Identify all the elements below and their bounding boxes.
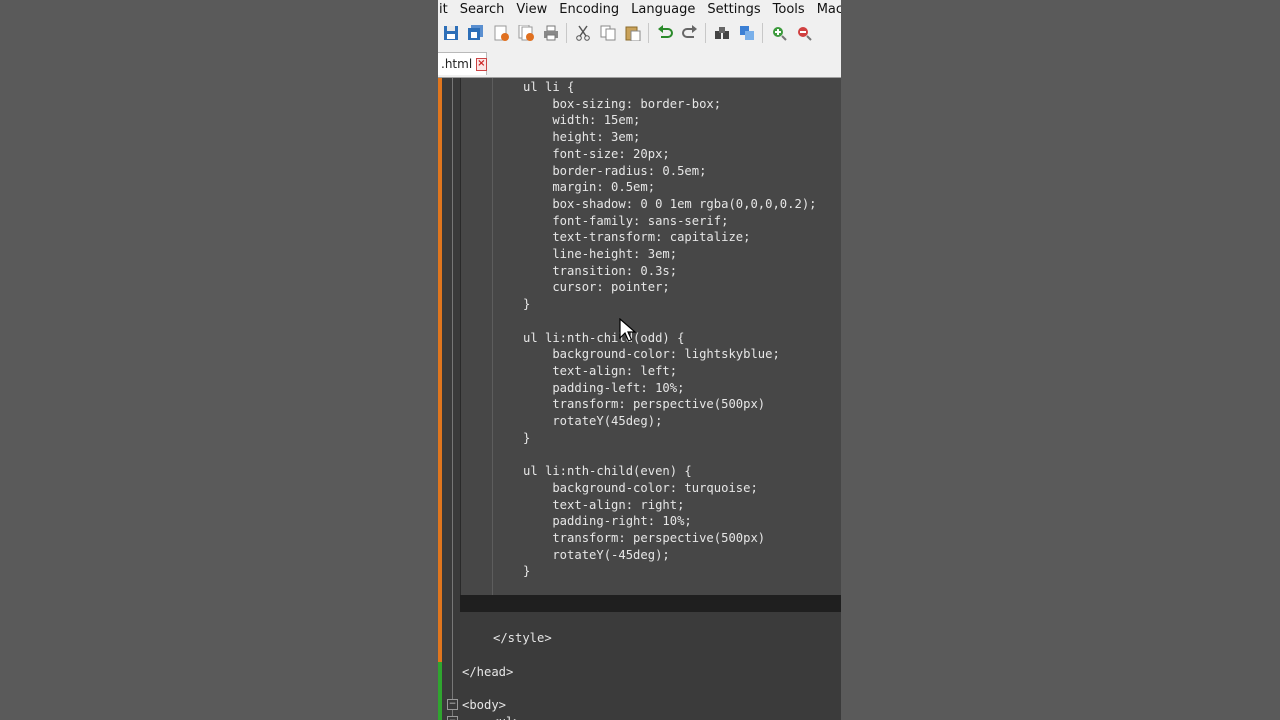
undo-icon[interactable]: [656, 24, 674, 42]
code-line: rotateY(-45deg);: [523, 547, 670, 562]
replace-icon[interactable]: [738, 24, 756, 42]
code-line: transition: 0.3s;: [523, 263, 678, 278]
code-line: line-height: 3em;: [523, 247, 678, 261]
code-line: <ul>: [462, 714, 520, 720]
toolbar-separator: [648, 23, 649, 43]
toolbar-separator: [762, 23, 763, 43]
code-line: font-family: sans-serif;: [523, 213, 729, 228]
code-line: ul li:nth-child(odd) {: [523, 330, 685, 345]
print-icon[interactable]: [542, 24, 560, 42]
menu-view[interactable]: View: [512, 2, 555, 17]
fold-toggle-icon[interactable]: −: [447, 716, 458, 720]
code-line: text-transform: capitalize;: [523, 230, 751, 245]
menu-language[interactable]: Language: [627, 2, 703, 17]
menu-edit[interactable]: it: [438, 2, 456, 17]
mouse-pointer-icon: [619, 318, 637, 342]
tab-bar: .html ×: [438, 47, 841, 78]
code-line: transform: perspective(500px): [523, 530, 766, 545]
toolbar-separator: [566, 23, 567, 43]
code-line: box-shadow: 0 0 1em rgba(0,0,0,0.2);: [523, 196, 817, 211]
file-tab[interactable]: .html ×: [438, 52, 487, 75]
code-line: }: [523, 430, 531, 445]
zoom-in-icon[interactable]: [770, 24, 788, 42]
code-line: background-color: turquoise;: [523, 480, 758, 495]
menu-bar: it Search View Encoding Language Setting…: [438, 0, 841, 19]
fold-line: [452, 78, 453, 638]
menu-encoding[interactable]: Encoding: [555, 2, 627, 17]
paste-icon[interactable]: [624, 24, 642, 42]
toolbar: [438, 19, 841, 48]
indent-guide: [492, 78, 493, 595]
code-editor[interactable]: − − ul li { box-sizing: border-box; widt…: [438, 78, 841, 720]
find-icon[interactable]: [713, 24, 731, 42]
code-line: text-align: right;: [523, 497, 685, 512]
code-line: ul li:nth-child(even) {: [523, 464, 692, 479]
code-line: margin: 0.5em;: [523, 180, 656, 195]
cut-icon[interactable]: [574, 24, 592, 42]
code-line: }: [523, 564, 531, 579]
menu-settings[interactable]: Settings: [703, 2, 768, 17]
code-line: </head>: [462, 664, 514, 679]
menu-search[interactable]: Search: [456, 2, 513, 17]
fold-margin: [442, 78, 460, 720]
editor-window: it Search View Encoding Language Setting…: [438, 0, 841, 720]
close-icon[interactable]: [492, 24, 510, 42]
code-line: border-radius: 0.5em;: [523, 163, 707, 178]
save-icon[interactable]: [442, 24, 460, 42]
code-line: <body>: [462, 697, 507, 712]
save-all-icon[interactable]: [467, 24, 485, 42]
code-line: height: 3em;: [523, 130, 641, 145]
file-tab-label: .html: [441, 57, 473, 71]
menu-macro[interactable]: Mac: [813, 2, 841, 17]
toolbar-separator: [705, 23, 706, 43]
code-line: transform: perspective(500px): [523, 397, 766, 412]
code-line: ul li {: [523, 80, 575, 94]
menu-tools[interactable]: Tools: [769, 2, 813, 17]
code-line: rotateY(45deg);: [523, 414, 663, 428]
fold-toggle-icon[interactable]: −: [447, 699, 458, 710]
code-line: background-color: lightskyblue;: [523, 347, 780, 362]
code-line: font-size: 20px;: [523, 146, 670, 161]
current-line-highlight: [460, 595, 841, 612]
zoom-out-icon[interactable]: [795, 24, 813, 42]
code-line: </style>: [493, 631, 552, 646]
code-line: }: [523, 297, 531, 312]
code-line: box-sizing: border-box;: [523, 96, 722, 111]
code-line: padding-left: 10%;: [523, 380, 685, 395]
redo-icon[interactable]: [681, 24, 699, 42]
copy-icon[interactable]: [599, 24, 617, 42]
code-line: width: 15em;: [523, 113, 641, 128]
code-line: text-align: left;: [523, 363, 678, 378]
close-all-icon[interactable]: [517, 24, 535, 42]
code-line: cursor: pointer;: [523, 280, 670, 295]
tab-close-icon[interactable]: ×: [476, 57, 487, 71]
code-line: padding-right: 10%;: [523, 514, 692, 529]
